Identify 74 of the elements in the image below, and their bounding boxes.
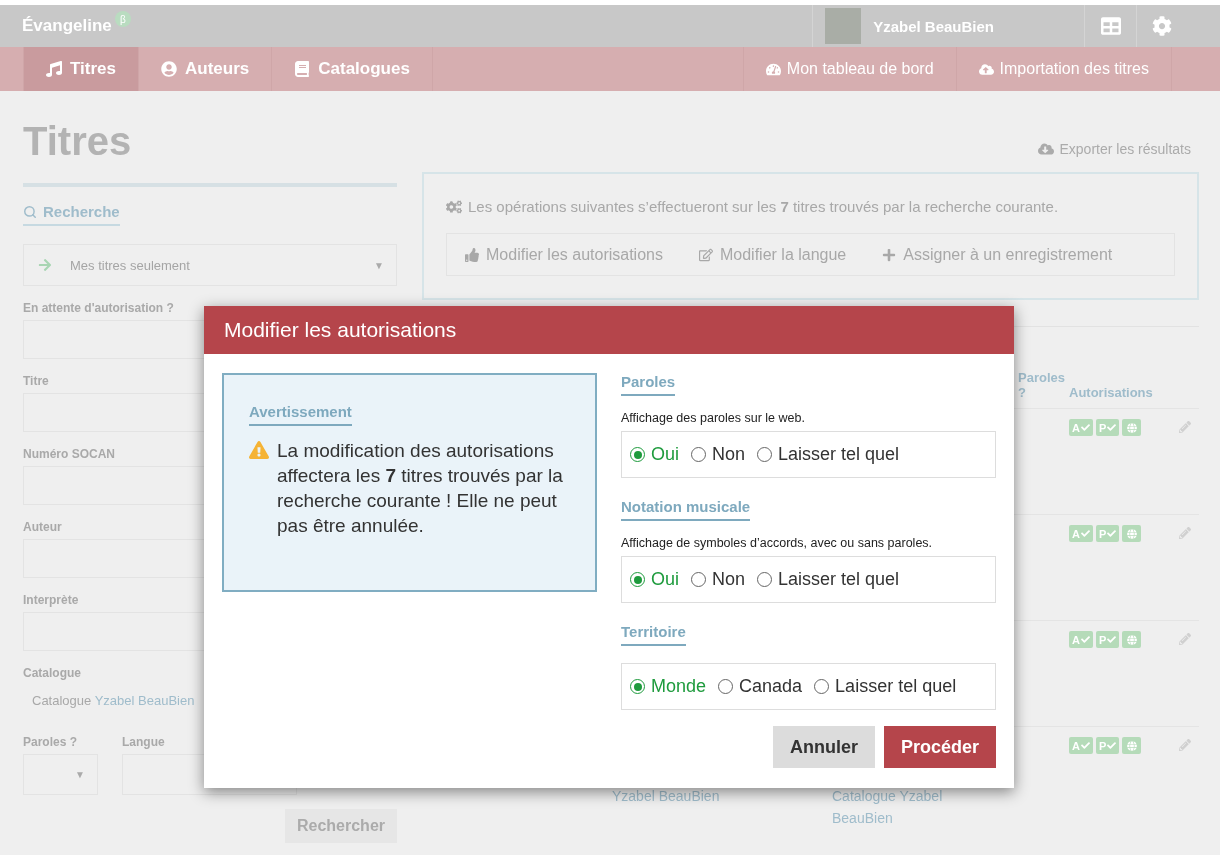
field-label: Auteur (23, 520, 62, 534)
arrow-icon (38, 258, 52, 272)
beta-badge: β (114, 11, 131, 27)
warning-text: La modification des autorisations affectera les 7 titres trouvés par la recherche courante ! Elle ne peut pas être annulée. (277, 439, 564, 538)
permission-badge: P (1095, 419, 1120, 436)
table-cell-text: Yzabel BeauBien (612, 787, 721, 806)
operation-button[interactable]: Assigner à un enregistrement (882, 245, 1113, 264)
gauge-icon (765, 61, 781, 77)
search-icon (23, 204, 37, 219)
nav-link[interactable]: Mon tableau de bord (742, 47, 956, 91)
field-label: Paroles ? (23, 735, 78, 749)
radio-option[interactable]: Oui (630, 569, 679, 590)
operation-button[interactable]: Modifier la langue (698, 245, 847, 264)
operation-button[interactable]: Modifier les autorisations (465, 245, 663, 264)
permission-badge: P (1095, 525, 1120, 542)
radio-option[interactable]: Laisser tel quel (757, 569, 900, 590)
plus-icon (882, 247, 897, 262)
field-label: Catalogue (23, 666, 81, 680)
table-cell-text: Catalogue Yzabel BeauBien (832, 787, 944, 828)
permission-badge: A (1069, 631, 1093, 648)
globe-badge (1122, 737, 1142, 754)
export-link[interactable]: Exporter les résultats (422, 125, 1199, 172)
avatar-placeholder (825, 8, 862, 44)
page-title: Titres (23, 119, 133, 165)
music-note-icon (46, 61, 62, 77)
cloud-upload-icon (978, 61, 994, 77)
field-label: Langue (122, 735, 165, 749)
warning-icon (249, 440, 269, 460)
field-label: En attente d'autorisation ? (23, 301, 174, 315)
book-icon (294, 61, 311, 77)
field-label: Titre (23, 374, 49, 388)
radio-option[interactable]: Non (691, 444, 746, 465)
radio-option[interactable]: Non (691, 569, 746, 590)
radio-option[interactable]: Canada (718, 676, 803, 697)
edit-icon (698, 247, 713, 262)
proceed-button[interactable]: Procéder (883, 726, 996, 768)
radio-option[interactable]: Monde (630, 676, 707, 697)
radio-option[interactable]: Laisser tel quel (814, 676, 957, 697)
permission-badge: P (1095, 631, 1120, 648)
field-label: Interprète (23, 593, 79, 607)
operations-text: Les opérations suivantes s’effectueront sur les 7 titres trouvés par la recherche courante. (468, 198, 1059, 215)
cloud-icon (1037, 140, 1054, 157)
globe-badge (1122, 419, 1142, 436)
permission-badge: A (1069, 419, 1093, 436)
section-title: Notation musicale (621, 498, 751, 521)
permission-badge: P (1095, 737, 1120, 754)
globe-badge (1122, 631, 1142, 648)
section-description: Affichage de symboles d’accords, avec ou sans paroles. (621, 536, 934, 550)
scope-select[interactable]: Mes titres seulement ▼ (23, 244, 397, 286)
modal-title: Modifier les autorisations (204, 306, 1014, 354)
nav-tab[interactable]: Titres (23, 47, 139, 91)
radio-option[interactable]: Oui (630, 444, 679, 465)
nav-link[interactable]: Importation des titres (955, 47, 1172, 91)
permission-badge: A (1069, 525, 1093, 542)
section-title: Territoire (621, 623, 686, 646)
user-icon (161, 61, 177, 77)
nav-tab[interactable]: Catalogues (272, 47, 433, 91)
cancel-button[interactable]: Annuler (772, 726, 875, 768)
search-tab[interactable]: Recherche (23, 203, 120, 226)
warning-title: Avertissement (249, 403, 352, 426)
section-title: Paroles (621, 373, 676, 396)
nav-tab[interactable]: Auteurs (139, 47, 273, 91)
gears-icon (446, 198, 462, 215)
radio-option[interactable]: Laisser tel quel (757, 444, 900, 465)
search-button[interactable]: Rechercher (284, 809, 397, 843)
lyrics-select[interactable]: ▼ (23, 754, 98, 795)
field-label: Numéro SOCAN (23, 447, 115, 461)
catalogue-tag[interactable]: Catalogue Yzabel BeauBien (23, 685, 197, 735)
globe-badge (1122, 525, 1142, 542)
column-header: Paroles ? (1018, 370, 1066, 400)
permission-badge: A (1069, 737, 1093, 754)
section-description: Affichage des paroles sur le web. (621, 411, 806, 425)
column-header: Autorisations (1069, 385, 1154, 400)
thumbs-up-icon (465, 247, 479, 262)
